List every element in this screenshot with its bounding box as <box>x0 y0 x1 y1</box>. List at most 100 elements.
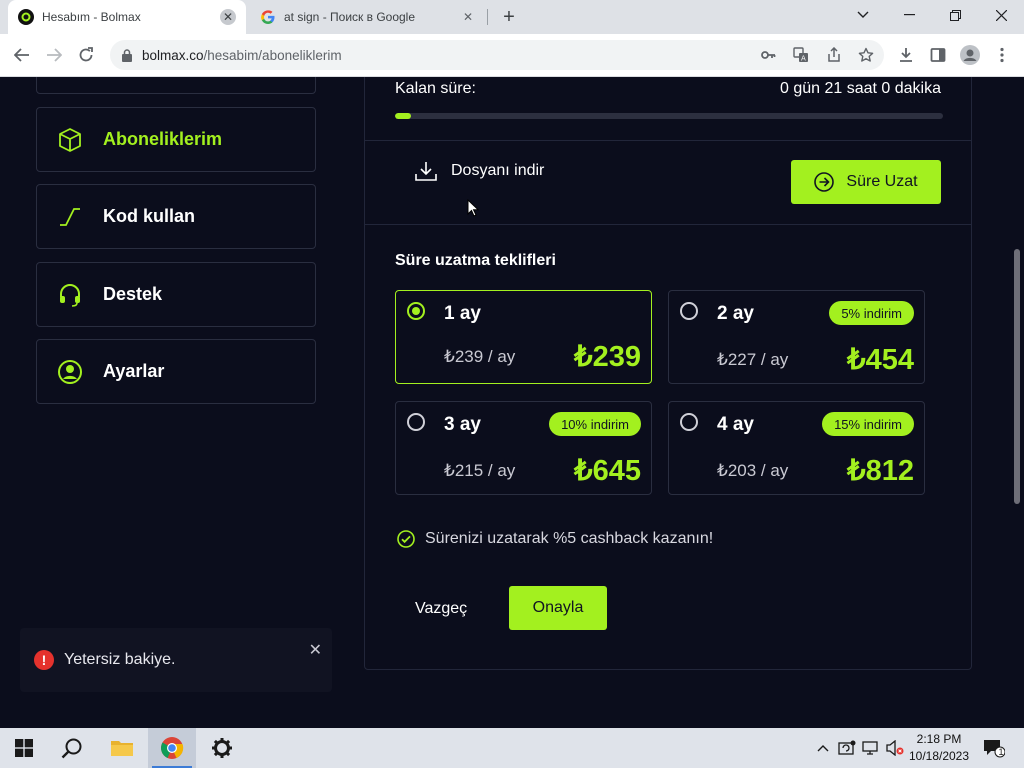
remaining-time-value: 0 gün 21 saat 0 dakika <box>779 80 941 97</box>
tab-hesabim[interactable]: Hesabım - Bolmax ✕ <box>8 0 246 34</box>
tab-close-icon[interactable]: ✕ <box>220 9 236 25</box>
minimize-button[interactable] <box>886 0 932 30</box>
sidebar-item-label: Aboneliklerim <box>103 129 223 149</box>
offer-radio[interactable] <box>680 413 698 431</box>
offer-price-per-month: ₺203 / ay <box>717 461 789 480</box>
error-toast: ! Yetersiz bakiye. ✕ <box>20 628 332 692</box>
offers-title: Süre uzatma teklifleri <box>395 252 556 269</box>
profile-avatar-icon[interactable] <box>960 45 980 65</box>
tab-title: Hesabım - Bolmax <box>42 10 141 24</box>
file-explorer-button[interactable] <box>98 728 146 768</box>
volume-muted-icon[interactable] <box>886 739 904 757</box>
user-icon <box>57 359 83 385</box>
sidebar-item-ayarlar[interactable]: Ayarlar <box>36 339 316 404</box>
new-tab-button[interactable]: + <box>496 5 522 29</box>
chrome-icon <box>161 737 184 759</box>
divider <box>365 140 971 141</box>
offer-card-1-month[interactable]: 1 ay ₺239 / ay ₺239 <box>395 290 652 384</box>
close-window-button[interactable] <box>978 0 1024 30</box>
mouse-cursor-icon <box>467 199 479 217</box>
offer-total-price: ₺812 <box>847 455 914 487</box>
extend-time-label: Süre Uzat <box>846 173 918 190</box>
sidebar-item-kod-kullan[interactable]: Kod kullan <box>36 184 316 249</box>
tray-chevron-up-icon[interactable] <box>814 739 832 757</box>
share-icon[interactable] <box>826 46 842 63</box>
search-icon <box>61 738 82 759</box>
back-button[interactable] <box>8 41 36 69</box>
browser-toolbar: bolmax.co/hesabim/aboneliklerim A <box>0 34 1024 77</box>
lock-icon[interactable] <box>122 48 132 62</box>
svg-text:A: A <box>801 55 806 63</box>
page-scrollbar[interactable] <box>1010 77 1024 728</box>
confirm-button[interactable]: Onayla <box>509 586 607 630</box>
tab-separator <box>487 9 488 25</box>
headset-icon <box>57 282 83 308</box>
offer-total-price: ₺239 <box>574 341 641 373</box>
tab-close-icon[interactable]: ✕ <box>460 9 476 25</box>
sidebar-item-aboneliklerim[interactable]: Aboneliklerim <box>36 107 316 172</box>
box-icon <box>57 127 83 153</box>
offer-months: 3 ay <box>444 414 481 435</box>
scrollbar-thumb[interactable] <box>1014 249 1020 504</box>
offer-card-3-months[interactable]: 3 ay 10% indirim ₺215 / ay ₺645 <box>395 401 652 495</box>
sidebar-item-previous[interactable] <box>36 77 316 94</box>
offer-radio[interactable] <box>407 302 425 320</box>
address-bar[interactable]: bolmax.co/hesabim/aboneliklerim A <box>110 40 884 70</box>
subscription-panel: Kalan süre: 0 gün 21 saat 0 dakika Dosya… <box>364 77 972 670</box>
key-icon[interactable] <box>760 47 776 63</box>
page-content: Aboneliklerim Kod kullan Destek Ayarlar … <box>0 77 1024 728</box>
download-file-label: Dosyanı indir <box>451 162 545 179</box>
toast-message: Yetersiz bakiye. <box>64 651 176 668</box>
error-icon: ! <box>34 650 54 670</box>
network-tray-icon[interactable] <box>862 739 880 757</box>
google-favicon-icon <box>260 9 276 25</box>
offer-total-price: ₺454 <box>847 344 914 376</box>
arrow-circle-right-icon <box>814 172 835 192</box>
cashback-note: Sürenizi uzatarak %5 cashback kazanın! <box>397 530 713 548</box>
sidebar-item-label: Kod kullan <box>103 206 196 226</box>
tab-google-search[interactable]: at sign - Поиск в Google ✕ <box>250 0 486 34</box>
gear-icon <box>212 738 232 758</box>
restore-button[interactable] <box>932 0 978 30</box>
chrome-taskbar-button[interactable] <box>148 728 196 768</box>
offer-price-per-month: ₺239 / ay <box>444 347 516 366</box>
start-button[interactable] <box>0 728 48 768</box>
notification-count: 1 <box>998 747 1004 757</box>
cancel-button[interactable]: Vazgeç <box>415 596 467 622</box>
offer-total-price: ₺645 <box>574 455 641 487</box>
update-tray-icon[interactable] <box>838 739 856 757</box>
download-file-link[interactable]: Dosyanı indir <box>415 161 544 181</box>
code-icon <box>57 204 83 230</box>
sidebar-item-destek[interactable]: Destek <box>36 262 316 327</box>
kebab-menu-icon[interactable] <box>992 45 1012 65</box>
discount-badge: 10% indirim <box>549 412 641 436</box>
search-button[interactable] <box>48 728 96 768</box>
side-panel-icon[interactable] <box>928 45 948 65</box>
sidebar-item-label: Ayarlar <box>103 361 165 381</box>
bolmax-favicon-icon <box>18 9 34 25</box>
discount-badge: 15% indirim <box>822 412 914 436</box>
offer-months: 1 ay <box>444 303 481 324</box>
reload-button[interactable] <box>72 41 100 69</box>
bookmark-star-icon[interactable] <box>858 47 874 63</box>
offer-card-2-months[interactable]: 2 ay 5% indirim ₺227 / ay ₺454 <box>668 290 925 384</box>
remaining-time-progress-fill <box>395 113 412 119</box>
divider <box>365 224 971 225</box>
tab-search-chevron-icon[interactable] <box>840 0 886 30</box>
extend-time-button[interactable]: Süre Uzat <box>791 160 941 204</box>
system-clock[interactable]: 2:18 PM 10/18/2023 <box>904 731 974 765</box>
browser-tab-strip: Hesabım - Bolmax ✕ at sign - Поиск в Goo… <box>0 0 1024 34</box>
translate-icon[interactable]: A <box>793 47 809 63</box>
toast-close-icon[interactable]: ✕ <box>309 640 322 660</box>
forward-button[interactable] <box>40 41 68 69</box>
check-circle-icon <box>397 530 415 548</box>
clock-date: 10/18/2023 <box>908 749 970 763</box>
offer-radio[interactable] <box>680 302 698 320</box>
download-icon[interactable] <box>896 45 916 65</box>
offer-radio[interactable] <box>407 413 425 431</box>
settings-taskbar-button[interactable] <box>198 728 246 768</box>
url-host: bolmax.co <box>142 47 204 63</box>
notification-center-icon[interactable]: 1 <box>982 739 1006 758</box>
windows-logo-icon <box>15 739 33 757</box>
offer-card-4-months[interactable]: 4 ay 15% indirim ₺203 / ay ₺812 <box>668 401 925 495</box>
